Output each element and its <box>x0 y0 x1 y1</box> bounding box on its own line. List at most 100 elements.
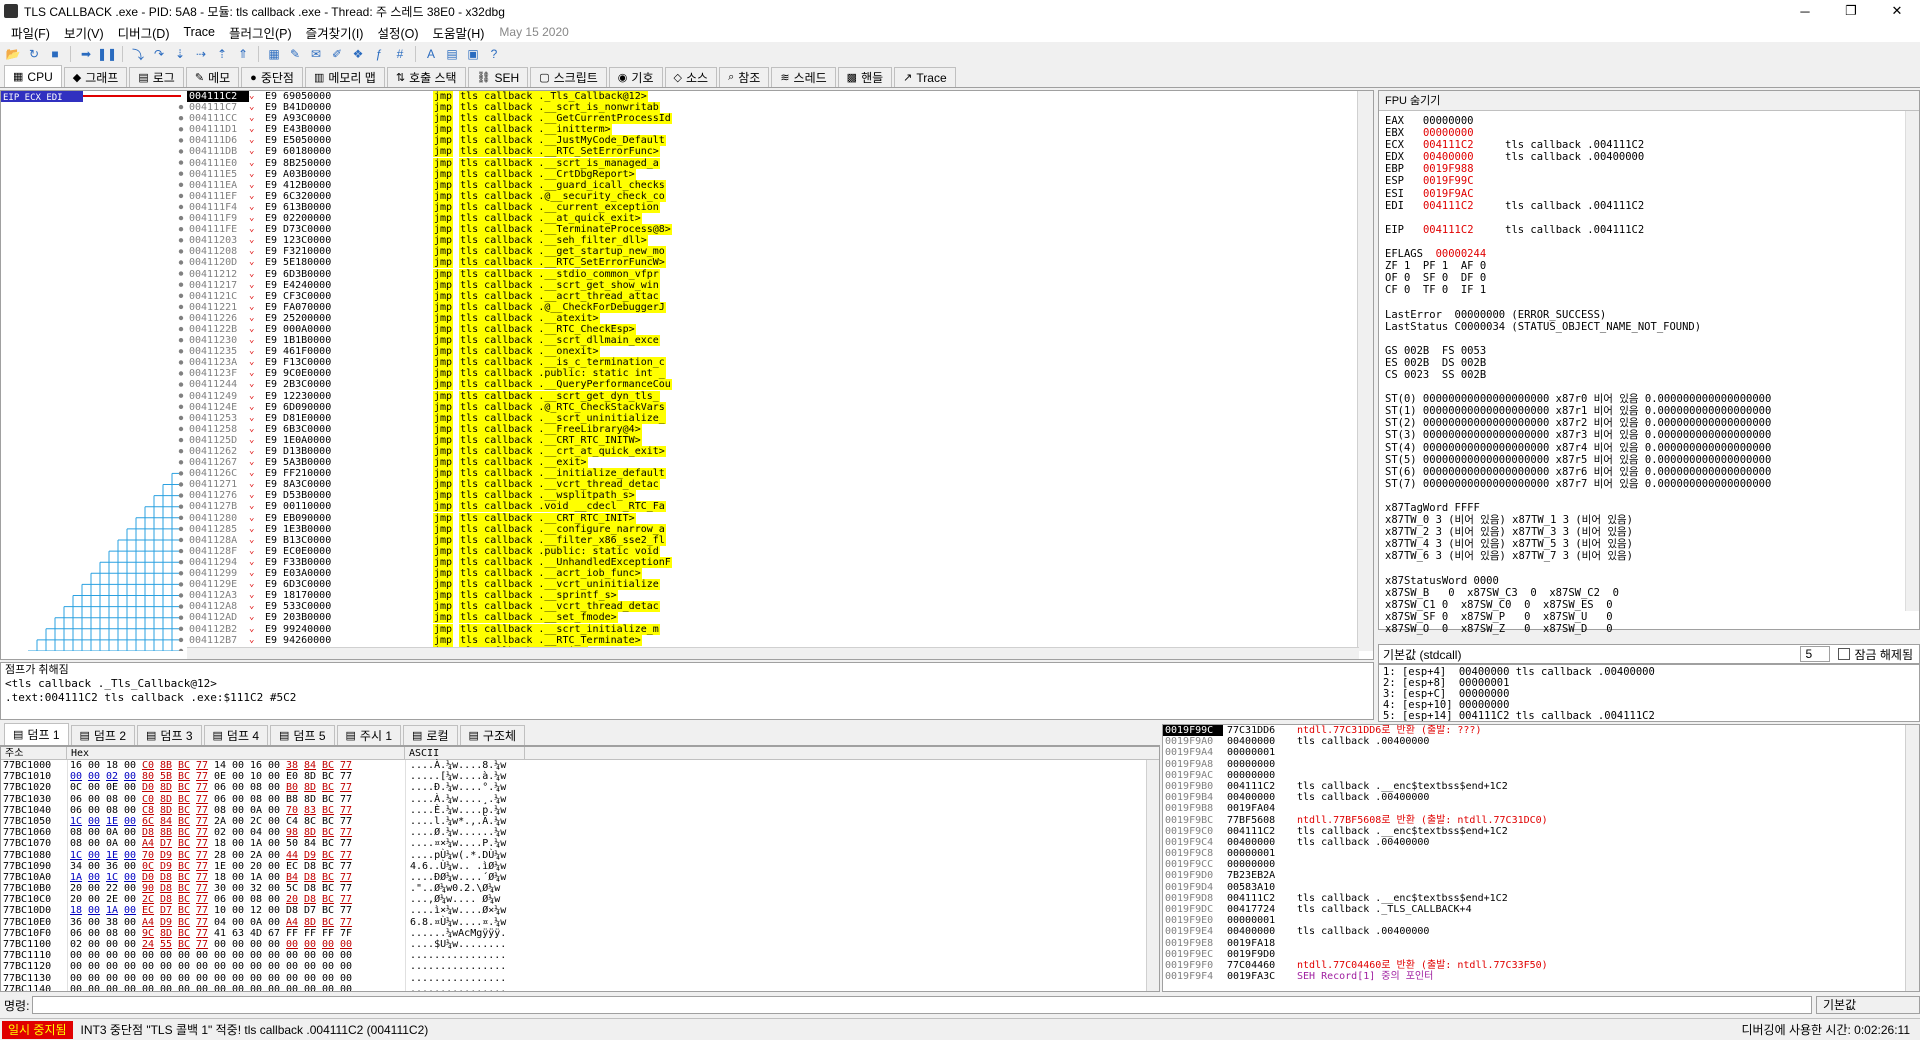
disasm-row[interactable]: 00411262 ⌄ E9 D13B0000 jmp tls callback .__… <box>187 446 1359 457</box>
font-icon[interactable]: A <box>422 45 440 63</box>
disasm-row[interactable]: 00411280 ⌄ E9 EB090000 jmp tls callback .__… <box>187 512 1359 524</box>
breakpoint-dot-icon[interactable] <box>178 393 184 398</box>
dump-scrollbar[interactable] <box>1146 760 1159 991</box>
breakpoint-dot-icon[interactable] <box>178 560 184 565</box>
stack-row[interactable]: 0019F9C0 004111C2 tls callback .__enc$text… <box>1163 826 1919 837</box>
disasm-row[interactable]: 00411230 ⌄ E9 1B1B0000 jmp tls callback .__… <box>187 335 1359 347</box>
register-line[interactable]: OF 0 SF 0 DF 0 <box>1385 272 1913 284</box>
dump-row[interactable]: 77BC10E0 36 00 38 00 A4 D9 BC 77 04 00 0A 00 A4 8D BC 77… <box>1 916 1159 928</box>
disasm-row[interactable]: 00411235 ⌄ E9 461F0000 jmp tls callback .__… <box>187 346 1359 358</box>
disasm-row[interactable]: 00411212 ⌄ E9 6D3B0000 jmp tls callback .__… <box>187 268 1359 280</box>
dump-row[interactable]: 77BC10B0 20 00 22 00 90 D8 BC 77 30 00 32 00 5C D8 BC 77… <box>1 883 1159 895</box>
register-line[interactable]: ST(1) 00000000000000000000 x87r1 비어 있음 0… <box>1385 405 1913 417</box>
breakpoint-dot-icon[interactable] <box>178 382 184 387</box>
cpu-disassembly-pane[interactable]: EIP ECX EDI 004111C2 ⌄ E9 69050000 jmp tls … <box>0 90 1374 660</box>
register-line[interactable] <box>1385 490 1913 502</box>
register-line[interactable] <box>1385 296 1913 308</box>
stack-row[interactable]: 0019F9CC 00000000 <box>1163 859 1919 870</box>
breakpoint-dot-icon[interactable] <box>178 404 184 409</box>
register-line[interactable]: EDX 00400000 tls callback .00400000 <box>1385 151 1913 163</box>
stack-row[interactable]: 0019F9B8 0019FA04 <box>1163 803 1919 814</box>
disasm-vertical-scrollbar[interactable] <box>1357 91 1373 651</box>
disasm-row[interactable]: 004111FE ⌄ E9 D73C0000 jmp tls callback .__… <box>187 224 1359 236</box>
breakpoint-dot-icon[interactable] <box>178 238 184 243</box>
breakpoint-dot-icon[interactable] <box>178 571 184 576</box>
breakpoint-dot-icon[interactable] <box>178 282 184 287</box>
register-line[interactable]: ST(6) 00000000000000000000 x87r6 비어 있음 0… <box>1385 466 1913 478</box>
breakpoint-dot-icon[interactable] <box>178 449 184 454</box>
tab-2[interactable]: ▤ 로그 <box>129 67 184 87</box>
dump-row[interactable]: 77BC1080 1C 00 1E 00 70 D9 BC 77 28 00 2A 00 44 D9 BC 77… <box>1 849 1159 861</box>
breakpoint-dot-icon[interactable] <box>178 160 184 165</box>
disasm-row[interactable]: 004111EF ⌄ E9 6C320000 jmp tls callback .@_… <box>187 190 1359 202</box>
memmap-icon[interactable]: ▣ <box>464 45 482 63</box>
register-line[interactable]: ST(7) 00000000000000000000 x87r7 비어 있음 0… <box>1385 478 1913 490</box>
disasm-row[interactable]: 004112A3 ⌄ E9 18170000 jmp tls callback .__… <box>187 590 1359 602</box>
register-line[interactable]: ESP 0019F99C <box>1385 175 1913 187</box>
register-line[interactable]: EDI 004111C2 tls callback .004111C2 <box>1385 200 1913 212</box>
breakpoint-dot-icon[interactable] <box>178 171 184 176</box>
menu-item-4[interactable]: 플러그인(P) <box>222 23 299 42</box>
dump-tab-6[interactable]: ▤ 로컬 <box>403 725 458 745</box>
pause-icon[interactable]: ❚❚ <box>97 45 117 63</box>
breakpoint-dot-icon[interactable] <box>178 426 184 432</box>
dump-tab-5[interactable]: ▤ 주시 1 <box>336 725 401 745</box>
breakpoint-dot-icon[interactable] <box>178 504 184 509</box>
disasm-row[interactable]: 00411253 ⌄ E9 D81E0000 jmp tls callback .__… <box>187 412 1359 424</box>
breakpoint-dot-icon[interactable] <box>178 493 184 498</box>
disasm-row[interactable]: 0041127B ⌄ E9 00110000 jmp tls callback .vo… <box>187 501 1359 513</box>
tab-10[interactable]: ◇ 소스 <box>664 67 718 87</box>
tab-1[interactable]: ◆ 그래프 <box>63 67 128 87</box>
dump-row[interactable]: 77BC1140 00 00 00 00 00 00 00 00 00 00 00 00 00 00 00 00… <box>1 983 1159 991</box>
stack-scrollbar[interactable] <box>1905 725 1919 991</box>
dump-tab-7[interactable]: ▤ 구조체 <box>459 725 526 745</box>
disasm-row[interactable]: 004111D1 ⌄ E9 E43B0000 jmp tls callback .__… <box>187 124 1359 136</box>
stack-row[interactable]: 0019F9E4 00400000 tls callback .00400000 <box>1163 926 1919 937</box>
breakpoint-dot-icon[interactable] <box>178 360 184 365</box>
menu-item-7[interactable]: 도움말(H) <box>426 23 492 42</box>
breakpoint-dot-icon[interactable] <box>178 615 184 620</box>
step-into-icon[interactable]: ⤵ <box>129 45 147 63</box>
dump-row[interactable]: 77BC10C0 20 00 2E 00 2C D8 BC 77 06 00 08 00 20 D8 BC 77… <box>1 894 1159 906</box>
disasm-row[interactable]: 0041123F ⌄ E9 9C0E0000 jmp tls callback .pu… <box>187 368 1359 380</box>
register-line[interactable]: ESI 0019F9AC <box>1385 188 1913 200</box>
breakpoint-dot-icon[interactable] <box>178 249 184 254</box>
breakpoint-dot-icon[interactable] <box>178 149 184 154</box>
breakpoint-dot-icon[interactable] <box>178 338 184 343</box>
stack-row[interactable]: 0019F9B0 004111C2 tls callback .__enc$text… <box>1163 781 1919 792</box>
dump-row[interactable]: 77BC10F0 06 00 08 00 9C 8D BC 77 41 63 4D 67 FF FF FF 7F… <box>1 927 1159 939</box>
register-line[interactable]: x87SW_O 0 x87SW_Z 0 x87SW_D 0 <box>1385 623 1913 635</box>
label-icon[interactable]: ✐ <box>328 45 346 63</box>
stack-row[interactable]: 0019F9C8 00000001 <box>1163 848 1919 859</box>
stack-row[interactable]: 0019F9F4 0019FA3C SEH Record[1] 중의 포인터 <box>1163 971 1919 982</box>
register-line[interactable]: GS 002B FS 0053 <box>1385 345 1913 357</box>
register-line[interactable]: x87TW_6 3 (비어 있음) x87TW_7 3 (비어 있음) <box>1385 550 1913 562</box>
register-line[interactable]: x87TagWord FFFF <box>1385 502 1913 514</box>
dump-row[interactable]: 77BC10A0 1A 00 1C 00 D0 D8 BC 77 18 00 1A 00 B4 D8 BC 77… <box>1 871 1159 884</box>
register-line[interactable]: EIP 004111C2 tls callback .004111C2 <box>1385 224 1913 236</box>
breakpoint-dot-icon[interactable] <box>178 437 184 443</box>
register-line[interactable]: x87TW_0 3 (비어 있음) x87TW_1 3 (비어 있음) <box>1385 514 1913 526</box>
tab-5[interactable]: ▥ 메모리 맵 <box>304 67 385 87</box>
register-line[interactable]: EAX 00000000 <box>1385 115 1913 127</box>
dump-row[interactable]: 77BC1120 00 00 00 00 00 00 00 00 00 00 00 00 00 00 00 00… <box>1 961 1159 973</box>
trace-over-icon[interactable]: ⇢ <box>192 45 210 63</box>
restart-icon[interactable]: ↻ <box>25 45 43 63</box>
breakpoint-dot-icon[interactable] <box>178 415 184 421</box>
disasm-row[interactable]: 00411208 ⌄ E9 F3210000 jmp tls callback .__… <box>187 246 1359 258</box>
stack-row[interactable]: 0019F9E0 00000001 <box>1163 915 1919 926</box>
minimize-button[interactable]: ─ <box>1782 0 1828 22</box>
stack-row[interactable]: 0019F9C4 00400000 tls callback .00400000 <box>1163 837 1919 848</box>
breakpoint-dot-icon[interactable] <box>178 548 184 554</box>
registers-pane[interactable]: FPU 숨기기 EAX 00000000 EBX 00000000 ECX 0041… <box>1378 90 1920 635</box>
stack-row[interactable]: 0019F9D4 00583A10 <box>1163 882 1919 893</box>
hash-icon[interactable]: # <box>391 45 409 63</box>
dump-row[interactable]: 77BC1100 02 00 00 00 24 55 BC 77 00 00 00 00 00 00 00 00… <box>1 939 1159 951</box>
dump-tab-4[interactable]: ▤ 덤프 5 <box>270 725 335 745</box>
disasm-row[interactable]: 004112B2 ⌄ E9 99240000 jmp tls callback .__… <box>187 623 1359 635</box>
breakpoint-dot-icon[interactable] <box>178 293 184 298</box>
tab-7[interactable]: ⛓ SEH <box>467 67 529 87</box>
breakpoint-dot-icon[interactable] <box>178 515 184 520</box>
register-line[interactable]: ZF 1 PF 1 AF 0 <box>1385 260 1913 272</box>
hide-fpu-button[interactable]: FPU 숨기기 <box>1379 91 1919 111</box>
